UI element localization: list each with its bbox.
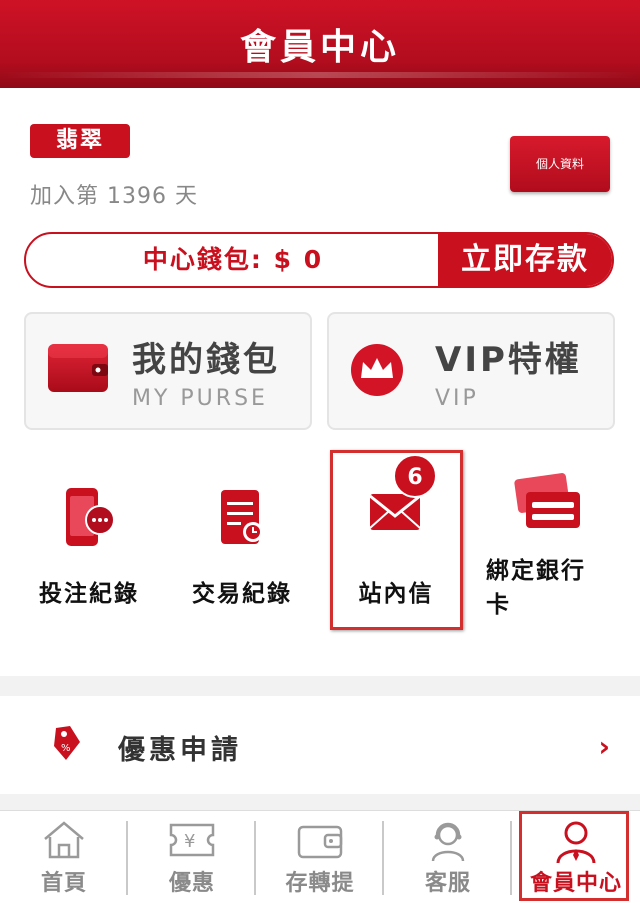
nav-customer-service[interactable]: 客服 [384,811,512,903]
nav-home-label: 首頁 [40,871,87,896]
inbox-highlight-box [330,450,463,630]
transaction-records-label: 交易紀錄 [192,581,292,607]
receipt-clock-icon [215,486,269,556]
member-level-badge: 翡翠 [30,124,130,158]
discount-tag-icon: % [50,724,84,768]
wallet-icon [46,340,110,396]
bank-card-icon [512,470,582,538]
nav-deposit-transfer-withdraw-label: 存轉提 [285,871,355,896]
nav-customer-service-label: 客服 [424,871,471,896]
nav-deposit-transfer-withdraw[interactable]: 存轉提 [256,811,384,903]
bottom-navigation: 首頁 ¥ 優惠 存轉提 客服 會員中心 [0,810,640,903]
wallet-bar: 中心錢包: $ 0 立即存款 [24,232,614,288]
my-purse-subtitle: MY PURSE [132,386,268,411]
svg-text:%: % [61,743,71,754]
nav-promotions-label: 優惠 [168,871,215,896]
profile-button[interactable]: 個人資料 [510,136,610,192]
vip-subtitle: VIP [435,386,479,411]
nav-member-highlight-box [519,811,629,901]
deposit-button[interactable]: 立即存款 [438,234,612,286]
bind-bank-card-label: 綁定銀行卡 [486,558,586,618]
home-icon [41,819,87,865]
crown-icon [349,340,413,396]
bet-records-label: 投注紀錄 [39,581,139,607]
page-title: 會員中心 [239,27,400,68]
bet-records-shortcut[interactable]: 投注紀錄 [14,450,164,630]
member-panel: 翡翠 加入第 1396 天 個人資料 中心錢包: $ 0 立即存款 我的錢包 M… [0,88,640,676]
vip-card[interactable]: VIP特權 VIP [327,312,615,430]
svg-text:¥: ¥ [184,831,195,852]
promo-apply-label: 優惠申請 [118,735,242,766]
member-center-page: 會員中心 翡翠 加入第 1396 天 個人資料 中心錢包: $ 0 立即存款 我… [0,0,640,903]
nav-home[interactable]: 首頁 [0,811,128,903]
nav-promotions[interactable]: ¥ 優惠 [128,811,256,903]
my-purse-title: 我的錢包 [132,340,280,380]
my-purse-card[interactable]: 我的錢包 MY PURSE [24,312,312,430]
headset-agent-icon [425,819,471,869]
phone-chat-icon [62,486,116,556]
header-decor-stripe [0,72,640,78]
central-wallet-balance: 中心錢包: $ 0 [142,245,324,274]
top-header: 會員中心 [0,0,640,88]
coupon-yen-icon: ¥ [167,819,217,865]
chevron-right-icon: › [598,730,610,763]
wallet-outline-icon [295,819,345,865]
join-days-text: 加入第 1396 天 [30,184,198,209]
bind-bank-card-shortcut[interactable]: 綁定銀行卡 [472,450,622,630]
promo-apply-row[interactable]: % 優惠申請 › [0,696,640,794]
vip-title: VIP特權 [435,340,582,380]
transaction-records-shortcut[interactable]: 交易紀錄 [167,450,317,630]
